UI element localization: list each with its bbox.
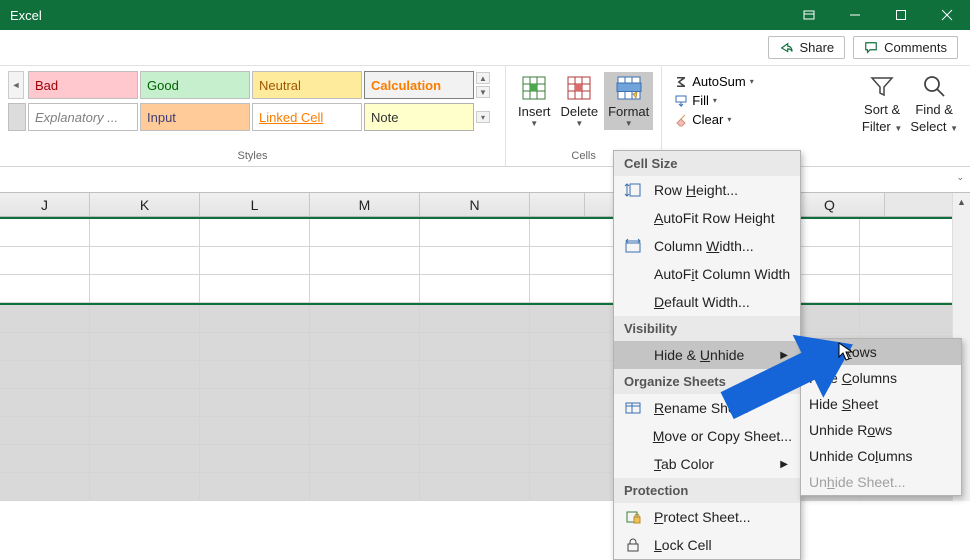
col-header-j[interactable]: J — [0, 193, 90, 216]
share-button[interactable]: Share — [768, 36, 845, 59]
grid-row[interactable] — [0, 219, 970, 247]
fill-icon — [674, 94, 688, 108]
style-neutral[interactable]: Neutral — [252, 71, 362, 99]
style-input[interactable]: Input — [140, 103, 250, 131]
styles-up[interactable]: ▲ — [476, 72, 490, 84]
styles-group-label: Styles — [8, 148, 497, 166]
expand-formula-icon[interactable]: ⌄ — [956, 172, 964, 183]
format-button[interactable]: Format▼ — [604, 72, 653, 130]
titlebar: Excel — [0, 0, 970, 30]
menu-tab-color[interactable]: Tab Color ▶ — [614, 450, 800, 478]
col-header-l[interactable]: L — [200, 193, 310, 216]
app-title: Excel — [0, 8, 42, 23]
lock-icon — [622, 536, 644, 554]
col-header-m[interactable]: M — [310, 193, 420, 216]
menu-autofit-column-width[interactable]: AutoFit Column Width — [614, 260, 800, 288]
menu-column-width[interactable]: Column Width... — [614, 232, 800, 260]
style-good[interactable]: Good — [140, 71, 250, 99]
menu-section-protection: Protection — [614, 478, 800, 503]
mouse-cursor-icon — [838, 342, 854, 362]
style-explanatory[interactable]: Explanatory ... — [28, 103, 138, 131]
menu-lock-cell[interactable]: Lock Cell — [614, 531, 800, 559]
submenu-unhide-columns[interactable]: Unhide Columns — [801, 443, 961, 469]
window-controls — [786, 0, 970, 30]
maximize-button[interactable] — [878, 0, 924, 30]
col-width-icon — [622, 237, 644, 255]
col-header-n[interactable]: N — [420, 193, 530, 216]
ribbon-body: ◄ Bad Good Neutral Calculation ▲ ▼ Expla… — [0, 66, 970, 166]
search-icon — [920, 72, 948, 100]
styles-nav-left[interactable]: ◄ — [8, 71, 24, 99]
grid-row[interactable] — [0, 275, 970, 303]
submenu-arrow-icon: ▶ — [780, 459, 792, 470]
styles-down[interactable]: ▼ — [476, 86, 490, 98]
clear-button[interactable]: Clear▾ — [670, 110, 758, 129]
find-select-button[interactable]: Find & Select ▼ — [906, 70, 962, 166]
styles-expand[interactable]: ▾ — [476, 111, 490, 123]
menu-autofit-row-height[interactable]: AutoFit Row Height — [614, 204, 800, 232]
column-headers: J K L M N Q — [0, 193, 970, 217]
close-button[interactable] — [924, 0, 970, 30]
styles-group: ◄ Bad Good Neutral Calculation ▲ ▼ Expla… — [0, 66, 506, 166]
fill-button[interactable]: Fill▾ — [670, 91, 758, 110]
sigma-icon — [674, 75, 688, 89]
menu-row-height[interactable]: Row Height... — [614, 176, 800, 204]
share-row: Share Comments — [0, 30, 970, 66]
ribbon-display-options[interactable] — [786, 0, 832, 30]
format-icon — [615, 74, 643, 102]
style-linked-cell[interactable]: Linked Cell — [252, 103, 362, 131]
styles-scroll: ▲ ▼ — [476, 72, 492, 98]
style-note[interactable]: Note — [364, 103, 474, 131]
insert-icon — [520, 74, 548, 102]
share-icon — [779, 41, 793, 55]
submenu-unhide-sheet: Unhide Sheet... — [801, 469, 961, 495]
styles-more-2: ▾ — [476, 111, 492, 123]
menu-protect-sheet[interactable]: Protect Sheet... — [614, 503, 800, 531]
delete-button[interactable]: Delete▼ — [557, 72, 603, 130]
menu-move-copy-sheet[interactable]: Move or Copy Sheet... — [614, 422, 800, 450]
protect-icon — [622, 508, 644, 526]
clear-icon — [674, 113, 688, 127]
sort-filter-button[interactable]: Sort & Filter ▼ — [858, 70, 906, 166]
comment-icon — [864, 41, 878, 55]
col-header-k[interactable]: K — [90, 193, 200, 216]
filter-icon — [868, 72, 896, 100]
comments-label: Comments — [884, 40, 947, 55]
formula-bar[interactable]: ⌄ — [0, 167, 970, 193]
delete-icon — [565, 74, 593, 102]
ribbon: Share Comments ◄ Bad Good Neutral Calcul… — [0, 30, 970, 167]
menu-default-width[interactable]: Default Width... — [614, 288, 800, 316]
comments-button[interactable]: Comments — [853, 36, 958, 59]
submenu-unhide-rows[interactable]: Unhide Rows — [801, 417, 961, 443]
style-heading[interactable] — [8, 103, 26, 131]
minimize-button[interactable] — [832, 0, 878, 30]
grid-row[interactable] — [0, 247, 970, 275]
share-label: Share — [799, 40, 834, 55]
insert-button[interactable]: Insert▼ — [514, 72, 555, 130]
row-height-icon — [622, 181, 644, 199]
col-header-o[interactable] — [530, 193, 585, 216]
style-bad[interactable]: Bad — [28, 71, 138, 99]
autosum-button[interactable]: AutoSum▾ — [670, 72, 758, 91]
rename-icon — [622, 399, 644, 417]
menu-section-cell-size: Cell Size — [614, 151, 800, 176]
style-calculation[interactable]: Calculation — [364, 71, 474, 99]
scroll-up-icon[interactable]: ▲ — [953, 193, 970, 211]
menu-section-visibility: Visibility — [614, 316, 800, 341]
